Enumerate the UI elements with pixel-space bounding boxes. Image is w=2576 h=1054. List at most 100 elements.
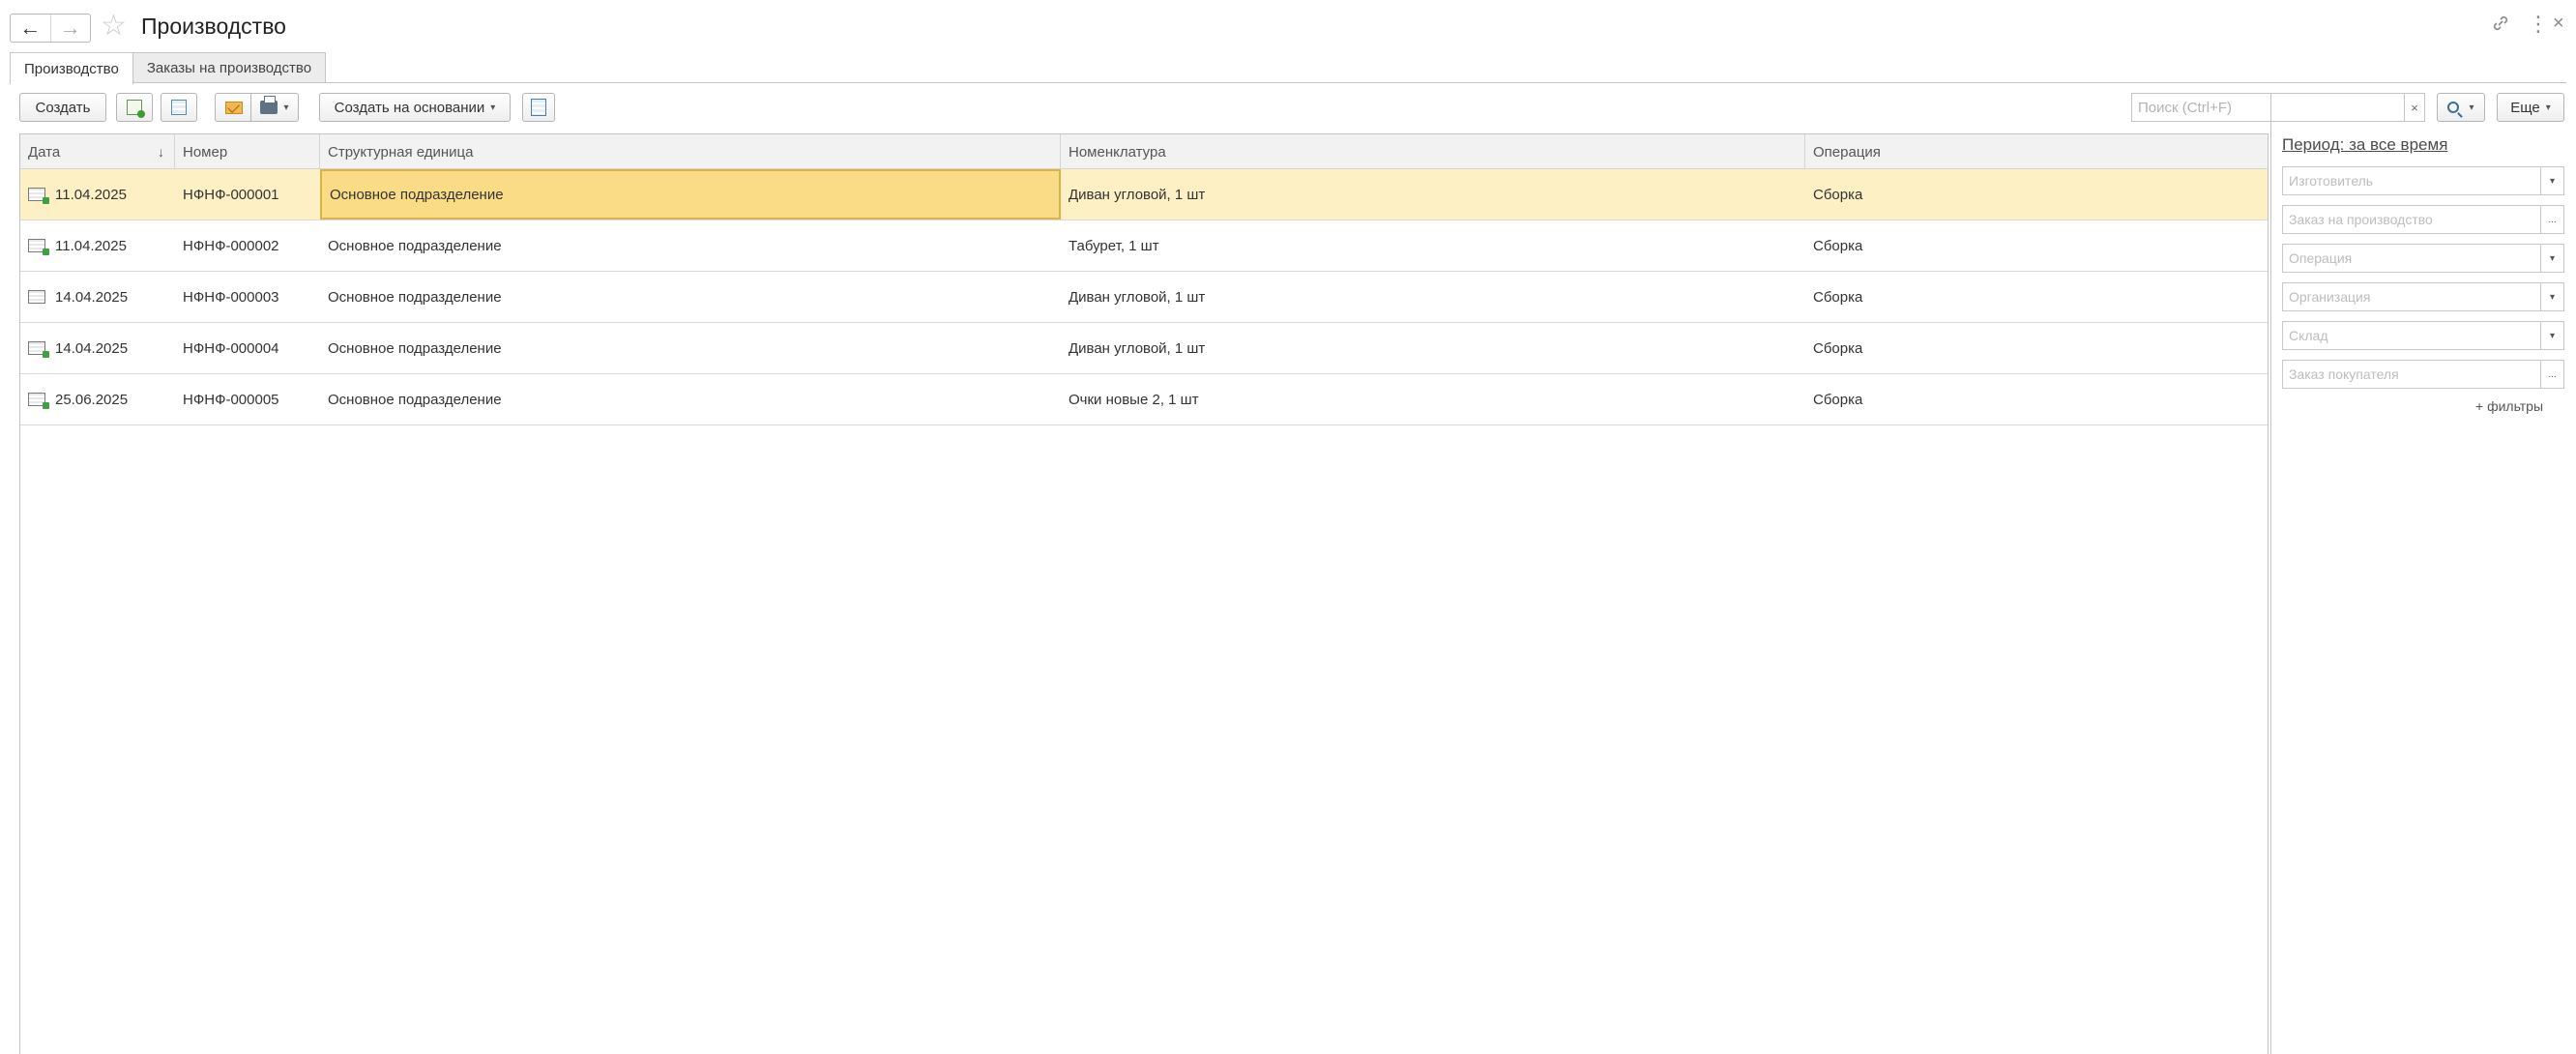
report-icon (531, 99, 546, 116)
mail-icon (224, 101, 243, 114)
table-row[interactable]: 25.06.2025 НФНФ-000005 Основное подразде… (20, 374, 2268, 425)
chevron-down-icon: ▾ (490, 102, 496, 113)
filter-organization[interactable]: Организация ▾ (2282, 282, 2564, 311)
unit-cell: Основное подразделение (328, 237, 502, 254)
more-vert-icon[interactable]: ⋮ (2528, 14, 2549, 35)
filter-placeholder: Склад (2289, 328, 2328, 343)
filter-customer-order[interactable]: Заказ покупателя ... (2282, 360, 2564, 389)
star-icon[interactable]: ☆ (101, 12, 127, 41)
documents-table: Дата ↓ Номер Структурная единица Номенкл… (19, 133, 2269, 1054)
copy-button[interactable] (116, 93, 153, 122)
link-icon[interactable] (2491, 14, 2510, 37)
item-cell: Диван угловой, 1 шт (1068, 288, 1206, 306)
item-cell: Табурет, 1 шт (1068, 237, 1159, 254)
back-button[interactable]: ← (11, 15, 51, 42)
date-text: 25.06.2025 (55, 391, 129, 408)
date-text: 11.04.2025 (55, 186, 127, 203)
unit-cell: Основное подразделение (328, 391, 502, 408)
date-cell: 14.04.2025 (20, 272, 175, 322)
copy-icon (127, 100, 145, 118)
create-button[interactable]: Создать (19, 93, 106, 122)
unit-cell[interactable]: Основное подразделение (320, 169, 1061, 220)
number-cell: НФНФ-000003 (183, 288, 279, 306)
close-icon[interactable]: × (2553, 14, 2564, 33)
print-icon (260, 96, 278, 114)
document-icon (28, 290, 45, 304)
sort-down-icon: ↓ (158, 144, 164, 160)
tab-production-orders[interactable]: Заказы на производство (132, 52, 327, 83)
column-header-number[interactable]: Номер (175, 134, 320, 169)
chevron-down-icon[interactable]: ▾ (2540, 322, 2563, 349)
date-text: 14.04.2025 (55, 339, 129, 357)
column-header-label: Дата (28, 143, 61, 161)
create-based-on-button[interactable]: Создать на основании ▾ (319, 93, 511, 122)
number-cell: НФНФ-000001 (183, 186, 279, 203)
tab-divider (10, 82, 2566, 83)
period-link[interactable]: Период: за все время (2282, 135, 2447, 155)
arrow-left-icon: ← (19, 15, 42, 40)
date-text: 11.04.2025 (55, 237, 127, 254)
tab-bar: Производство Заказы на производство (10, 52, 327, 84)
column-header-operation[interactable]: Операция (1805, 134, 2268, 169)
operation-cell: Сборка (1813, 339, 1863, 357)
operation-cell: Сборка (1813, 288, 1863, 306)
chevron-down-icon[interactable]: ▾ (2540, 245, 2563, 272)
ellipsis-icon[interactable]: ... (2540, 206, 2563, 233)
date-text: 14.04.2025 (55, 288, 129, 306)
number-cell: НФНФ-000002 (183, 237, 279, 254)
date-cell: 14.04.2025 (20, 323, 175, 373)
filter-placeholder: Заказ покупателя (2289, 366, 2399, 382)
add-filters-link[interactable]: + фильтры (2475, 398, 2543, 414)
tab-production[interactable]: Производство (10, 52, 133, 84)
column-header-date[interactable]: Дата ↓ (20, 134, 175, 169)
filter-placeholder: Операция (2289, 250, 2353, 266)
create-based-on-label: Создать на основании (334, 99, 485, 116)
filter-placeholder: Заказ на производство (2289, 212, 2433, 227)
arrow-right-icon: → (59, 15, 81, 40)
operation-cell: Сборка (1813, 186, 1863, 203)
filter-placeholder: Организация (2289, 289, 2371, 305)
date-cell: 11.04.2025 (20, 169, 175, 220)
ellipsis-icon[interactable]: ... (2540, 361, 2563, 388)
number-cell: НФНФ-000004 (183, 339, 279, 357)
document-posted-icon (28, 239, 49, 255)
page-title: Производство (141, 14, 286, 39)
unit-cell: Основное подразделение (328, 339, 502, 357)
operation-cell: Сборка (1813, 391, 1863, 408)
print-button[interactable]: ▾ (250, 93, 299, 122)
unit-cell: Основное подразделение (328, 288, 502, 306)
report-button[interactable] (522, 93, 555, 122)
nav-buttons: ← → (10, 14, 91, 43)
filter-operation[interactable]: Операция ▾ (2282, 244, 2564, 273)
item-cell: Диван угловой, 1 шт (1068, 339, 1206, 357)
date-cell: 11.04.2025 (20, 220, 175, 271)
table-icon (171, 100, 187, 115)
table-row[interactable]: 14.04.2025 НФНФ-000004 Основное подразде… (20, 323, 2268, 374)
chevron-down-icon[interactable]: ▾ (2540, 167, 2563, 194)
filter-panel (2270, 93, 2576, 1054)
chevron-down-icon[interactable]: ▾ (2540, 283, 2563, 310)
forward-button[interactable]: → (51, 15, 91, 42)
document-posted-icon (28, 188, 49, 204)
filter-manufacturer[interactable]: Изготовитель ▾ (2282, 166, 2564, 195)
operation-cell: Сборка (1813, 237, 1863, 254)
date-cell: 25.06.2025 (20, 374, 175, 425)
column-header-unit[interactable]: Структурная единица (320, 134, 1061, 169)
table-row[interactable]: 11.04.2025 НФНФ-000002 Основное подразде… (20, 220, 2268, 272)
filter-placeholder: Изготовитель (2289, 173, 2374, 189)
title-bar: ← → ☆ Производство ⋮ × (0, 0, 2576, 50)
document-posted-icon (28, 393, 49, 409)
table-button[interactable] (161, 93, 197, 122)
number-cell: НФНФ-000005 (183, 391, 279, 408)
column-header-item[interactable]: Номенклатура (1061, 134, 1805, 169)
filter-production-order[interactable]: Заказ на производство ... (2282, 205, 2564, 234)
send-mail-button[interactable] (215, 93, 251, 122)
item-cell: Диван угловой, 1 шт (1068, 186, 1206, 203)
filter-warehouse[interactable]: Склад ▾ (2282, 321, 2564, 350)
chevron-down-icon: ▾ (283, 102, 289, 113)
table-header: Дата ↓ Номер Структурная единица Номенкл… (20, 134, 2268, 169)
document-posted-icon (28, 341, 49, 358)
table-row[interactable]: 11.04.2025 НФНФ-000001 Основное подразде… (20, 169, 2268, 220)
item-cell: Очки новые 2, 1 шт (1068, 391, 1199, 408)
table-row[interactable]: 14.04.2025 НФНФ-000003 Основное подразде… (20, 272, 2268, 323)
